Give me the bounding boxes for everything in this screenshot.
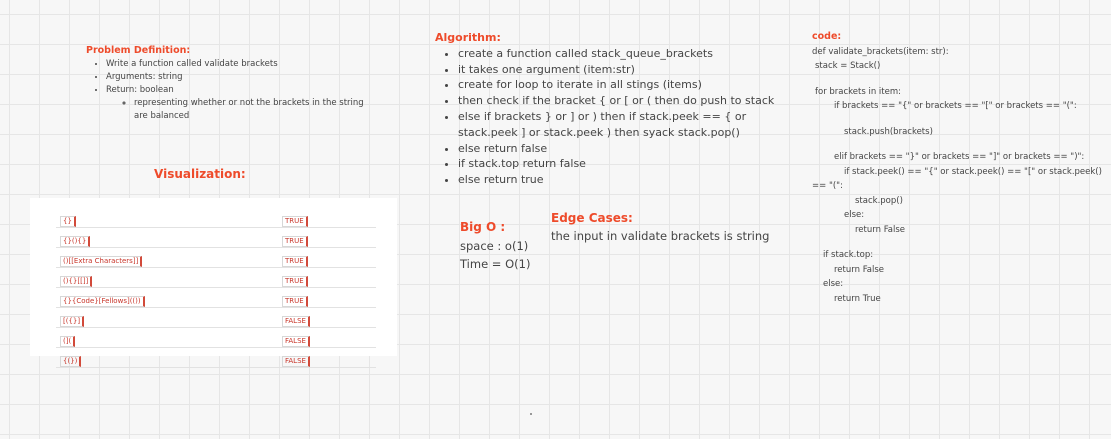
code-line: elif brackets == "}" or brackets == "]" … [834,152,1085,162]
result-pill: FALSE [282,316,310,327]
table-row: {}(){} TRUE [56,227,376,248]
problem-sublist: representing whether or not the brackets… [106,97,366,123]
code-line: stack = Stack() [815,61,881,71]
input-pill: ()[[Extra Characters]] [60,256,143,267]
input-cell: (]( [56,327,278,348]
code-block[interactable]: code: def validate_brackets(item: str): … [812,30,1102,306]
big-o-title: Big O : [460,220,506,234]
code-title: code: [812,31,842,42]
code-line: return True [834,293,881,304]
input-cell: (){}[[]] [56,267,278,288]
code-line: if brackets == "{" or brackets == "[" or… [834,101,1077,111]
input-cell: {}{Code}[Fellows](()) [56,287,278,308]
input-cell: [({}] [56,307,278,328]
code-line: else: [844,210,865,220]
algorithm-step: create a function called stack_queue_bra… [458,46,805,62]
code-line: else: [823,279,844,289]
table-row: {(}) FALSE [56,347,376,368]
result-pill: TRUE [282,216,308,227]
result-pill: TRUE [282,276,308,287]
algorithm-step: create for loop to iterate in all stings… [458,77,805,93]
result-cell: TRUE [278,227,376,248]
problem-definition-title: Problem Definition: [86,45,191,56]
code-line: def validate_brackets(item: str): [812,46,949,57]
table-row: {}{Code}[Fellows](()) TRUE [56,287,376,308]
input-pill: {} [60,216,76,227]
algorithm-step: then check if the bracket { or [ or ( th… [458,93,805,109]
input-cell: {}(){} [56,227,278,248]
result-pill: FALSE [282,356,310,367]
input-cell: ()[[Extra Characters]] [56,247,278,268]
edge-cases-title: Edge Cases: [551,211,633,225]
code-line: if stack.top: [823,250,874,260]
problem-item: Return: boolean representing whether or … [106,84,366,123]
algorithm-step: else return true [458,172,805,188]
algorithm-title: Algorithm: [435,31,501,44]
algorithm-step: if stack.top return false [458,156,805,172]
time-complexity: Time = O(1) [460,257,531,271]
input-pill: {}{Code}[Fellows](()) [60,296,145,307]
big-o-block[interactable]: Big O : space : o(1) Time = O(1) [460,218,530,273]
edge-cases-block[interactable]: Edge Cases: the input in validate bracke… [551,209,769,245]
input-cell: {} [56,208,278,228]
result-cell: TRUE [278,208,376,228]
input-pill: {(}) [60,356,82,367]
code-spacer [812,74,1102,85]
input-cell: {(}) [56,347,278,368]
problem-subitem: representing whether or not the brackets… [134,97,366,123]
problem-item: Arguments: string [106,71,366,84]
table-row: (]( FALSE [56,327,376,348]
table-row: ()[[Extra Characters]] TRUE [56,247,376,268]
algorithm-list: create a function called stack_queue_bra… [435,46,805,188]
code-line: stack.push(brackets) [844,126,933,137]
algorithm-step: it takes one argument (item:str) [458,62,805,78]
code-line: return False [834,264,885,275]
problem-definition-block[interactable]: Problem Definition: Write a function cal… [86,44,366,123]
input-pill: {}(){} [60,236,91,247]
result-pill: TRUE [282,236,308,247]
algorithm-step: else if brackets } or ] or ) then if sta… [458,109,805,141]
result-pill: TRUE [282,256,308,267]
input-pill: (]( [60,336,76,347]
visualization-card[interactable]: {} TRUE {}(){} TRUE ()[[Extra Characters… [30,198,397,368]
code-line: for brackets in item: [815,86,901,97]
code-spacer [812,114,1102,125]
table-row: (){}[[]] TRUE [56,267,376,288]
problem-item: Write a function called validate bracket… [106,58,366,71]
algorithm-block[interactable]: Algorithm: create a function called stac… [435,30,805,188]
table-row: [({}] FALSE [56,307,376,328]
problem-item-label: Return: boolean [106,85,174,95]
algorithm-step: else return false [458,141,805,157]
table-row: {} TRUE [56,208,376,228]
result-cell: TRUE [278,247,376,268]
result-cell: FALSE [278,347,376,368]
input-pill: [({}] [60,316,85,327]
visualization-table: {} TRUE {}(){} TRUE ()[[Extra Characters… [56,208,376,368]
space-complexity: space : o(1) [460,239,529,253]
result-cell: TRUE [278,287,376,308]
result-cell: FALSE [278,307,376,328]
result-pill: FALSE [282,336,310,347]
code-spacer [812,237,1102,248]
code-line: if stack.peek() == "{" or stack.peek() =… [812,166,1105,192]
code-spacer [812,139,1102,150]
input-pill: (){}[[]] [60,276,93,287]
result-cell: TRUE [278,267,376,288]
canvas-dot [530,413,532,415]
visualization-title[interactable]: Visualization: [154,167,246,181]
result-cell: FALSE [278,327,376,348]
code-line: stack.pop() [855,195,903,206]
result-pill: TRUE [282,296,308,307]
problem-list: Write a function called validate bracket… [86,58,366,123]
code-line: return False [855,224,906,235]
edge-cases-text: the input in validate brackets is string [551,229,770,243]
